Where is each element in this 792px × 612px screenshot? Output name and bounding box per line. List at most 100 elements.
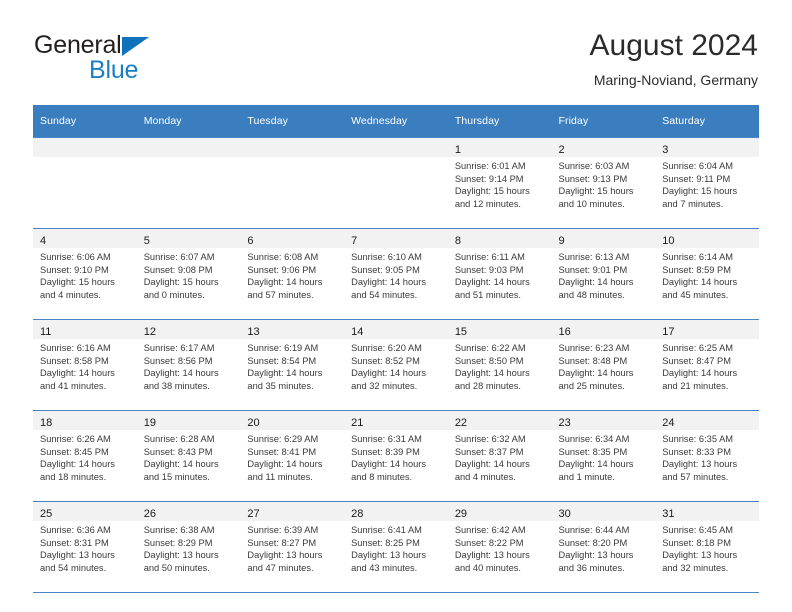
sunrise-text: Sunrise: 6:44 AM [558,525,630,535]
daylight-text-line1: Daylight: 14 hours [662,277,738,287]
daylight-text-line1: Daylight: 15 hours [40,277,115,287]
daylight-text-line1: Daylight: 13 hours [351,550,427,560]
calendar-day-cell[interactable]: 10 Sunrise: 6:14 AM Sunset: 8:59 PM Dayligh… [655,228,759,320]
sunset-text: Sunset: 8:54 PM [247,355,317,366]
day-details: Sunrise: 6:25 AM Sunset: 8:47 PM Daylight:… [655,339,759,392]
calendar-day-cell[interactable]: 21 Sunrise: 6:31 AM Sunset: 8:39 PM Dayligh… [344,410,448,502]
calendar-day-cell[interactable] [344,137,448,229]
daylight-text-line2: and 10 minutes. [558,198,625,209]
sunset-text: Sunset: 8:22 PM [454,537,524,548]
calendar-day-cell[interactable]: 31 Sunrise: 6:45 AM Sunset: 8:18 PM Dayligh… [655,501,759,593]
day-details: Sunrise: 6:16 AM Sunset: 8:58 PM Daylight:… [33,339,137,392]
calendar-day-cell[interactable]: 9 Sunrise: 6:13 AM Sunset: 9:01 PM Daylight… [551,228,656,320]
day-number: 15 [454,326,468,338]
day-number: 28 [351,508,364,520]
day-details: Sunrise: 6:32 AM Sunset: 8:37 PM Daylight:… [448,430,552,483]
daylight-text-line2: and 25 minutes. [558,380,625,391]
calendar-day-cell[interactable]: 15 Sunrise: 6:22 AM Sunset: 8:50 PM Dayligh… [447,319,552,411]
day-number: 13 [247,326,260,338]
day-cell-content: 16 Sunrise: 6:23 AM Sunset: 8:48 PM Dayligh… [551,320,656,410]
calendar-day-cell[interactable]: 3 Sunrise: 6:04 AM Sunset: 9:11 PM Daylight… [655,137,759,229]
day-number: 25 [40,508,53,520]
calendar-day-cell[interactable]: 4 Sunrise: 6:06 AM Sunset: 9:10 PM Daylight… [33,228,137,320]
daylight-text-line2: and 12 minutes. [454,198,521,209]
calendar-day-cell[interactable]: 27 Sunrise: 6:39 AM Sunset: 8:27 PM Dayligh… [240,501,345,593]
daylight-text-line1: Daylight: 15 hours [143,277,219,287]
day-cell-content: 1 Sunrise: 6:01 AM Sunset: 9:14 PM Daylight… [447,138,552,228]
daylight-text-line1: Daylight: 14 hours [351,459,427,469]
calendar-day-cell[interactable]: 6 Sunrise: 6:08 AM Sunset: 9:06 PM Daylight… [240,228,345,320]
daylight-text-line1: Daylight: 14 hours [247,459,323,469]
calendar-day-cell[interactable]: 8 Sunrise: 6:11 AM Sunset: 9:03 PM Daylight… [447,228,552,320]
daylight-text-line2: and 54 minutes. [40,562,107,573]
day-number-band: 12 [136,320,241,339]
calendar-week-row: 11 Sunrise: 6:16 AM Sunset: 8:58 PM Dayligh… [33,319,759,411]
sunset-text: Sunset: 8:47 PM [662,355,731,366]
calendar-day-cell[interactable]: 17 Sunrise: 6:25 AM Sunset: 8:47 PM Dayligh… [655,319,759,411]
sunset-text: Sunset: 8:48 PM [558,355,628,366]
calendar-day-cell[interactable]: 2 Sunrise: 6:03 AM Sunset: 9:13 PM Daylight… [551,137,656,229]
sunrise-text: Sunrise: 6:28 AM [143,434,215,444]
sunrise-text: Sunrise: 6:45 AM [662,525,734,535]
calendar-day-cell[interactable] [136,137,241,229]
daylight-text-line2: and 57 minutes. [247,289,314,300]
calendar-day-cell[interactable] [240,137,345,229]
daylight-text-line2: and 57 minutes. [662,471,729,482]
sunrise-text: Sunrise: 6:20 AM [351,343,422,353]
calendar-day-cell[interactable]: 26 Sunrise: 6:38 AM Sunset: 8:29 PM Dayligh… [136,501,241,593]
daylight-text-line2: and 50 minutes. [143,562,210,573]
day-number: 17 [662,326,675,338]
sunset-text: Sunset: 8:39 PM [351,446,420,457]
daylight-text-line2: and 35 minutes. [247,380,314,391]
calendar-day-cell[interactable]: 7 Sunrise: 6:10 AM Sunset: 9:05 PM Daylight… [344,228,448,320]
calendar-day-cell[interactable]: 30 Sunrise: 6:44 AM Sunset: 8:20 PM Dayligh… [551,501,656,593]
day-cell-content: 26 Sunrise: 6:38 AM Sunset: 8:29 PM Dayligh… [136,502,241,592]
calendar-day-cell[interactable]: 1 Sunrise: 6:01 AM Sunset: 9:14 PM Daylight… [447,137,552,229]
weekday-header-friday: Friday [551,105,656,138]
calendar-day-cell[interactable]: 22 Sunrise: 6:32 AM Sunset: 8:37 PM Dayligh… [447,410,552,502]
daylight-text-line2: and 11 minutes. [247,471,313,482]
calendar-day-cell[interactable]: 29 Sunrise: 6:42 AM Sunset: 8:22 PM Dayligh… [447,501,552,593]
calendar-day-cell[interactable]: 23 Sunrise: 6:34 AM Sunset: 8:35 PM Dayligh… [551,410,656,502]
day-number-band: 8 [447,229,552,248]
sunset-text: Sunset: 8:18 PM [662,537,731,548]
general-blue-logo[interactable]: General Blue [34,32,264,94]
day-cell-empty [240,138,345,228]
calendar-day-cell[interactable]: 25 Sunrise: 6:36 AM Sunset: 8:31 PM Dayligh… [33,501,137,593]
day-number-band: 9 [551,229,656,248]
calendar-day-cell[interactable]: 14 Sunrise: 6:20 AM Sunset: 8:52 PM Dayligh… [344,319,448,411]
day-number: 11 [40,326,52,338]
calendar-day-cell[interactable]: 19 Sunrise: 6:28 AM Sunset: 8:43 PM Dayligh… [136,410,241,502]
sunset-text: Sunset: 9:08 PM [143,264,213,275]
day-details: Sunrise: 6:45 AM Sunset: 8:18 PM Daylight:… [655,521,759,574]
daylight-text-line2: and 51 minutes. [454,289,521,300]
calendar-day-cell[interactable]: 12 Sunrise: 6:17 AM Sunset: 8:56 PM Dayligh… [136,319,241,411]
calendar-day-cell[interactable]: 11 Sunrise: 6:16 AM Sunset: 8:58 PM Dayligh… [33,319,137,411]
day-cell-content: 11 Sunrise: 6:16 AM Sunset: 8:58 PM Dayligh… [33,320,137,410]
day-number: 19 [143,417,156,429]
day-number-band: 27 [240,502,345,521]
calendar-day-cell[interactable]: 24 Sunrise: 6:35 AM Sunset: 8:33 PM Dayligh… [655,410,759,502]
day-number-band: 2 [551,138,656,157]
day-cell-content: 6 Sunrise: 6:08 AM Sunset: 9:06 PM Daylight… [240,229,345,319]
sunset-text: Sunset: 9:05 PM [351,264,420,275]
calendar-day-cell[interactable]: 28 Sunrise: 6:41 AM Sunset: 8:25 PM Dayligh… [344,501,448,593]
day-number-band: 15 [447,320,552,339]
sunrise-text: Sunrise: 6:36 AM [40,525,111,535]
calendar-day-cell[interactable]: 18 Sunrise: 6:26 AM Sunset: 8:45 PM Dayligh… [33,410,137,502]
sunset-text: Sunset: 8:25 PM [351,537,420,548]
title-block: August 2024 Maring-Noviand, Germany [590,28,758,90]
daylight-text-line2: and 1 minute. [558,471,615,482]
calendar-day-cell[interactable]: 5 Sunrise: 6:07 AM Sunset: 9:08 PM Daylight… [136,228,241,320]
daylight-text-line2: and 48 minutes. [558,289,625,300]
calendar-grid: Sunday Monday Tuesday Wednesday Thursday… [33,105,759,593]
day-number: 31 [662,508,675,520]
calendar-body: 1 Sunrise: 6:01 AM Sunset: 9:14 PM Daylight… [33,137,759,593]
calendar-day-cell[interactable] [33,137,137,229]
sunset-text: Sunset: 8:20 PM [558,537,628,548]
calendar-day-cell[interactable]: 13 Sunrise: 6:19 AM Sunset: 8:54 PM Dayligh… [240,319,345,411]
day-number: 14 [351,326,364,338]
calendar-day-cell[interactable]: 20 Sunrise: 6:29 AM Sunset: 8:41 PM Dayligh… [240,410,345,502]
calendar-day-cell[interactable]: 16 Sunrise: 6:23 AM Sunset: 8:48 PM Dayligh… [551,319,656,411]
day-cell-empty [344,138,448,228]
